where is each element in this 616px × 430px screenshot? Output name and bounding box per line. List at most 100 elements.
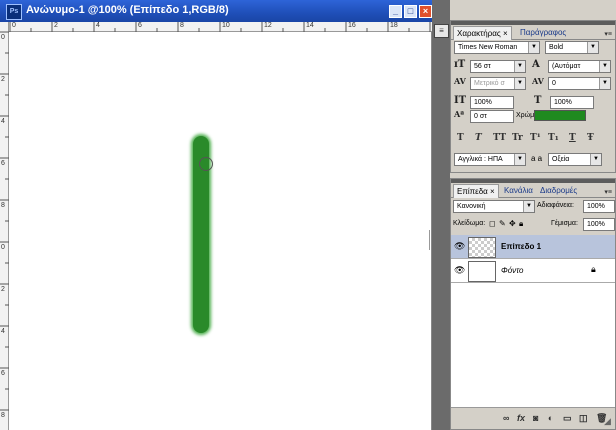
layers-footer: ∞ fx ◙ ◐ ▭ ◫ 🗑︎ [451,407,615,429]
vertical-ruler[interactable]: 0 2 4 6 8 0 2 4 6 8 [0,22,9,430]
eye-icon[interactable]: 👁︎ [454,241,465,251]
layer-style-icon[interactable]: fx [517,413,525,423]
leading-value: (Αυτόματ [552,63,581,70]
maximize-button[interactable]: □ [404,5,417,18]
document-title-bar[interactable]: Ps Ανώνυμο-1 @100% (Επίπεδο 1,RGB/8) _ □… [0,0,432,22]
all-caps-button[interactable]: TT [493,133,506,143]
layer-row[interactable]: 👁︎ Φόντο 🔒︎ [451,259,615,283]
ruler-label: 16 [348,22,356,29]
small-caps-button[interactable]: Tr [512,133,523,143]
eye-icon[interactable]: 👁︎ [454,265,465,275]
text-color-swatch[interactable] [534,110,586,121]
font-style-select[interactable]: Bold ▼ [545,41,599,54]
antialias-value: Οξεία [552,156,570,163]
language-value: Αγγλικά : ΗΠΑ [458,156,503,163]
faux-bold-button[interactable]: T [457,133,464,143]
ruler-label: 12 [264,22,272,29]
vertical-scale-input[interactable]: 100% [470,96,514,109]
panel-icon[interactable]: ≡ [434,24,449,38]
horizontal-ruler-ticks [9,22,431,32]
panel-menu-icon[interactable]: ▾≡ [604,30,612,38]
lock-position-icon[interactable]: ✥ [509,219,516,228]
ruler-label: 6 [138,22,142,29]
font-family-value: Times New Roman [458,44,518,51]
ruler-label: 2 [54,22,58,29]
lock-pixels-icon[interactable]: ✎ [499,219,506,228]
opacity-input[interactable]: 100% [583,200,615,213]
language-select[interactable]: Αγγλικά : ΗΠΑ ▼ [454,153,526,166]
tracking-input[interactable]: 0 ▼ [548,77,611,90]
chevron-down-icon: ▼ [599,78,610,89]
ruler-label: 0 [12,22,16,29]
ruler-label: 4 [96,22,100,29]
horizontal-scale-input[interactable]: 100% [550,96,594,109]
font-size-icon: ɪT [454,59,466,70]
adjustment-layer-icon[interactable]: ◐ [548,413,553,423]
ruler-label: 0 [1,34,5,41]
ruler-label: 8 [1,202,5,209]
canvas[interactable] [9,32,431,430]
tab-paragraph[interactable]: Παράγραφος [517,26,569,39]
horizontal-scale-icon: T [534,95,542,106]
tracking-value: 0 [552,80,556,87]
lock-transparency-icon[interactable]: ◻ [489,219,496,228]
chevron-down-icon: ▼ [587,42,598,53]
tab-paths[interactable]: Διαδρομές [537,184,580,197]
new-group-icon[interactable]: ▭ [563,413,572,424]
chevron-down-icon: ▼ [528,42,539,53]
horizontal-ruler[interactable]: 0 2 4 6 8 10 12 14 16 18 [9,22,432,32]
tab-layers[interactable]: Επίπεδα × [453,184,499,198]
antialias-select[interactable]: Οξεία ▼ [548,153,602,166]
layer-thumbnail [468,261,496,282]
subscript-button[interactable]: T₁ [548,133,559,143]
layer-row[interactable]: 👁︎ Επίπεδο 1 [451,235,615,259]
tab-channels[interactable]: Κανάλια [501,184,536,197]
font-size-input[interactable]: 56 στ ▼ [470,60,526,73]
brush-cursor-icon [199,157,213,171]
lock-all-icon[interactable]: 🔒︎ [519,219,523,229]
ruler-label: 6 [1,160,5,167]
ruler-label: 2 [1,286,5,293]
vertical-scale-icon: IT [454,95,467,106]
lock-icon: 🔒︎ [591,264,596,274]
chevron-down-icon: ▼ [514,154,525,165]
underline-button[interactable]: T [569,133,576,143]
blend-mode-value: Κανονική [457,203,486,210]
close-button[interactable]: × [419,5,432,18]
fill-input[interactable]: 100% [583,218,615,231]
font-family-select[interactable]: Times New Roman ▼ [454,41,540,54]
chevron-down-icon: ▼ [514,78,525,89]
chevron-down-icon: ▼ [599,61,610,72]
faux-italic-button[interactable]: T [475,133,482,143]
leading-input[interactable]: (Αυτόματ ▼ [548,60,611,73]
new-layer-icon[interactable]: ◫ [579,413,588,424]
kerning-select[interactable]: Μετρικό σ ▼ [470,77,526,90]
resize-grip-icon[interactable]: ◢ [604,416,614,426]
photoshop-icon: Ps [6,4,22,20]
lock-label: Κλείδωμα: [453,220,486,227]
chevron-down-icon: ▼ [523,201,534,212]
superscript-button[interactable]: T¹ [530,133,541,143]
layers-tabs: Επίπεδα × Κανάλια Διαδρομές ▾≡ [451,183,615,198]
antialias-icon: a a [531,154,543,163]
font-size-value: 56 στ [474,63,491,70]
link-layers-icon[interactable]: ∞ [503,413,509,423]
blend-mode-select[interactable]: Κανονική ▼ [453,200,535,213]
minimize-button[interactable]: _ [389,5,402,18]
panel-dock [432,0,450,430]
strikethrough-button[interactable]: Ŧ [587,133,594,143]
add-mask-icon[interactable]: ◙ [533,413,538,423]
ruler-label: 8 [1,412,5,419]
ruler-label: 18 [390,22,398,29]
document-title: Ανώνυμο-1 @100% (Επίπεδο 1,RGB/8) [26,4,229,16]
panel-menu-icon[interactable]: ▾≡ [604,188,612,196]
baseline-shift-input[interactable]: 0 στ [470,110,514,123]
layers-list-empty-area[interactable] [451,283,615,407]
tab-character[interactable]: Χαρακτήρας × [453,26,512,40]
ruler-label: 10 [222,22,230,29]
chevron-down-icon: ▼ [590,154,601,165]
font-style-value: Bold [549,44,564,51]
leading-icon: A [532,59,540,70]
ruler-label: 6 [1,370,5,377]
document-window: Ps Ανώνυμο-1 @100% (Επίπεδο 1,RGB/8) _ □… [0,0,433,430]
